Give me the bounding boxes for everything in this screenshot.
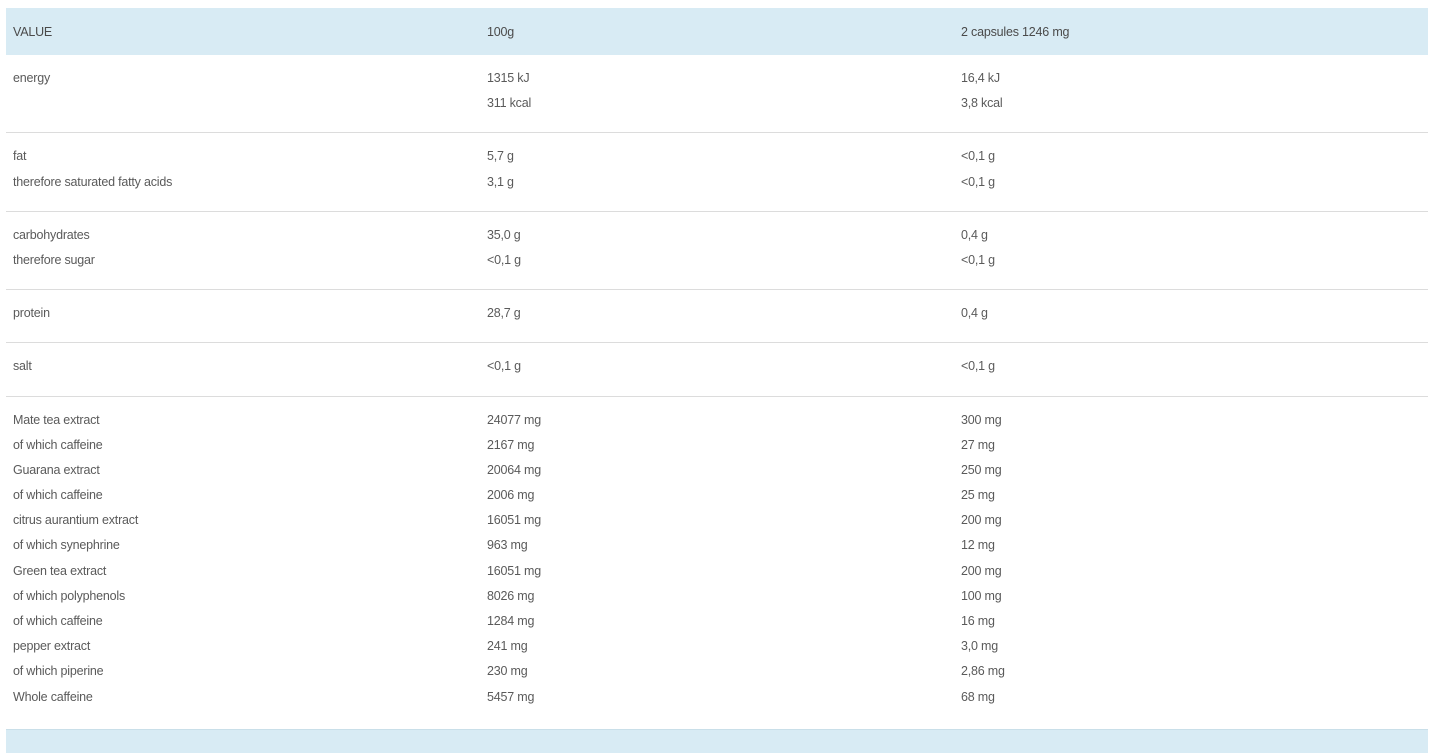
row-per-100g: 35,0 g [487,227,521,242]
table-row: protein 28,7 g 0,4 g [6,306,1428,331]
row-per-serving: 0,4 g [961,227,988,242]
table-row: salt <0,1 g <0,1 g [6,359,1428,384]
table-row: Whole caffeine 5457 mg 68 mg [6,690,1428,715]
row-per-100g: 5,7 g [487,149,514,164]
row-per-100g: 20064 mg [487,462,541,477]
row-per-100g: <0,1 g [487,359,521,374]
row-per-serving: 3,0 mg [961,639,999,654]
group-salt: salt <0,1 g <0,1 g [6,343,1428,397]
row-per-serving: <0,1 g [961,149,995,164]
row-label: salt [13,359,32,374]
row-per-100g: 241 mg [487,639,528,654]
table-row: citrus aurantium extract 16051 mg 200 mg [6,513,1428,538]
table-row: energy 1315 kJ 16,4 kJ [6,71,1428,96]
table-row: of which caffeine 2167 mg 27 mg [6,438,1428,463]
row-per-100g: 1315 kJ [487,71,530,85]
group-carbohydrates: carbohydrates 35,0 g 0,4 g therefore sug… [6,212,1428,291]
row-per-serving: 3,8 kcal [961,96,1003,111]
table-row: of which piperine 230 mg 2,86 mg [6,664,1428,689]
row-label: of which caffeine [13,614,103,628]
row-label: pepper extract [13,639,91,654]
header-per-100g: 100g [487,24,515,39]
row-per-100g: 2006 mg [487,488,535,503]
row-per-100g: 3,1 g [487,174,514,189]
row-per-serving: 200 mg [961,513,1002,528]
row-label: therefore saturated fatty acids [13,174,173,189]
table-row: of which caffeine 2006 mg 25 mg [6,488,1428,513]
row-per-100g: 24077 mg [487,412,541,427]
row-per-serving: <0,1 g [961,359,995,374]
row-per-100g: 8026 mg [487,588,535,603]
row-label: protein [13,306,50,321]
table-row: fat 5,7 g <0,1 g [6,149,1428,174]
table-row: carbohydrates 35,0 g 0,4 g [6,228,1428,253]
header-value: VALUE [13,24,53,39]
row-label: of which caffeine [13,488,103,503]
row-per-100g: 230 mg [487,664,528,679]
row-per-100g: 28,7 g [487,306,521,321]
group-extracts: Mate tea extract 24077 mg 300 mg of whic… [6,397,1428,729]
row-label: carbohydrates [13,227,90,242]
row-per-100g: 2167 mg [487,437,535,452]
table-row: 311 kcal 3,8 kcal [6,96,1428,121]
row-label: Whole caffeine [13,689,93,704]
group-energy: energy 1315 kJ 16,4 kJ 311 kcal 3,8 kcal [6,55,1428,134]
row-label: of which synephrine [13,538,120,553]
row-per-serving: 25 mg [961,488,995,503]
table-row: Guarana extract 20064 mg 250 mg [6,463,1428,488]
row-label: fat [13,149,27,164]
row-label: Mate tea extract [13,412,100,427]
row-per-serving: 27 mg [961,437,995,452]
row-per-serving: 68 mg [961,689,995,704]
table-row: therefore sugar <0,1 g <0,1 g [6,253,1428,278]
row-per-100g: 5457 mg [487,689,535,704]
header-per-serving: 2 capsules 1246 mg [961,24,1070,39]
row-per-serving: 300 mg [961,412,1002,427]
group-fat: fat 5,7 g <0,1 g therefore saturated fat… [6,133,1428,212]
table-footer [6,728,1428,753]
row-per-serving: 16,4 kJ [961,71,1000,85]
row-per-serving: 16 mg [961,614,995,628]
row-per-serving: 0,4 g [961,306,988,321]
row-label: energy [13,71,51,85]
row-per-100g: 1284 mg [487,614,535,628]
row-per-serving: 200 mg [961,563,1002,578]
table-header: VALUE 100g 2 capsules 1246 mg [6,8,1428,55]
row-per-serving: <0,1 g [961,174,995,189]
row-per-serving: 12 mg [961,538,995,553]
row-label: of which polyphenols [13,588,126,603]
table-row: pepper extract 241 mg 3,0 mg [6,639,1428,664]
row-label: of which caffeine [13,437,103,452]
row-per-serving: 100 mg [961,588,1002,603]
row-per-100g: 963 mg [487,538,528,553]
table-row: of which caffeine 1284 mg 16 mg [6,614,1428,639]
row-label: therefore sugar [13,252,95,267]
row-per-serving: 250 mg [961,462,1002,477]
group-protein: protein 28,7 g 0,4 g [6,290,1428,344]
table-row: Mate tea extract 24077 mg 300 mg [6,413,1428,438]
table-row: therefore saturated fatty acids 3,1 g <0… [6,175,1428,200]
nutrition-table: VALUE 100g 2 capsules 1246 mg energy 131… [6,8,1428,753]
row-per-100g: 311 kcal [487,96,532,111]
row-per-100g: 16051 mg [487,563,541,578]
row-per-100g: 16051 mg [487,513,541,528]
row-per-serving: <0,1 g [961,252,995,267]
row-per-100g: <0,1 g [487,252,521,267]
table-row: of which synephrine 963 mg 12 mg [6,538,1428,563]
row-label: Green tea extract [13,563,107,578]
row-label: Guarana extract [13,462,100,477]
row-per-serving: 2,86 mg [961,664,1005,679]
row-label: of which piperine [13,664,104,679]
row-label: citrus aurantium extract [13,513,139,528]
table-row: of which polyphenols 8026 mg 100 mg [6,589,1428,614]
table-row: Green tea extract 16051 mg 200 mg [6,564,1428,589]
row-label [6,96,480,121]
